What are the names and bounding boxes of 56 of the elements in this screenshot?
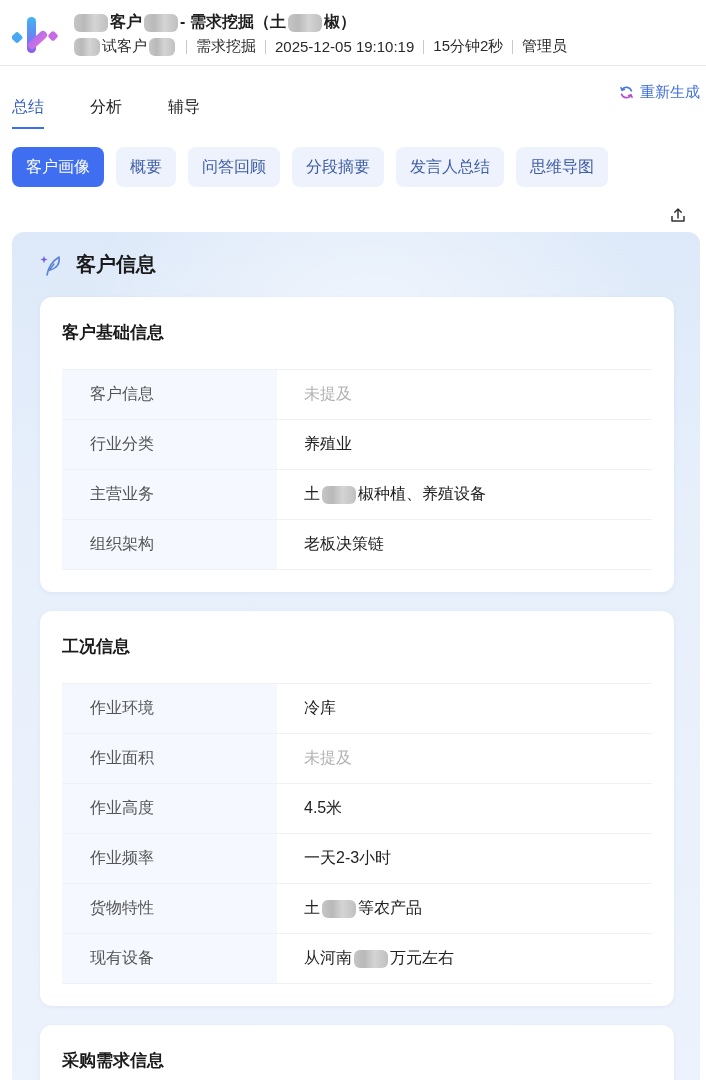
row-value: 未提及 [304, 384, 352, 404]
row-value: 从河南 [304, 948, 352, 968]
tab[interactable]: 辅导 [168, 96, 200, 129]
redaction-blur [322, 899, 356, 918]
row-label: 行业分类 [62, 420, 277, 469]
redaction-blur [144, 13, 178, 32]
row-label: 作业面积 [62, 734, 277, 783]
redaction-blur [149, 37, 175, 56]
redaction-blur [74, 37, 100, 56]
tab[interactable]: 分析 [90, 96, 122, 129]
meta-text: 管理员 [522, 37, 568, 56]
section-tab[interactable]: 概要 [116, 147, 176, 187]
meta-text: 需求挖掘 [196, 37, 256, 56]
redaction-blur [287, 13, 322, 32]
card-title: 客户基础信息 [62, 322, 165, 344]
row-value: 冷库 [304, 698, 336, 718]
row-label: 组织架构 [62, 520, 277, 569]
row-value: 土 [304, 484, 320, 504]
row-label: 现有设备 [62, 934, 277, 983]
meta-text: 2025-12-05 19:10:19 [275, 38, 415, 55]
card-title: 工况信息 [62, 636, 131, 658]
row-label: 作业环境 [62, 684, 277, 733]
section-tab[interactable]: 分段摘要 [292, 147, 384, 187]
page-title: 椒） [323, 12, 356, 32]
export-icon[interactable] [670, 207, 686, 223]
page-title: 客户 [110, 12, 142, 32]
row-label: 货物特性 [62, 884, 277, 933]
tab[interactable]: 总结 [12, 96, 44, 129]
section-tab[interactable]: 客户画像 [12, 147, 104, 187]
card-title: 采购需求信息 [62, 1050, 165, 1072]
redaction-blur [74, 13, 108, 32]
row-value: 4.5米 [304, 798, 343, 818]
section-tab[interactable]: 发言人总结 [396, 147, 504, 187]
row-value: 椒种植、养殖设备 [358, 484, 486, 504]
row-value: 未提及 [304, 748, 352, 768]
row-value: 老板决策链 [304, 534, 384, 554]
row-value: 土 [304, 898, 320, 918]
row-value: 一天2-3小时 [304, 848, 392, 868]
page-title: - 需求挖掘（土 [180, 12, 286, 32]
row-value: 万元左右 [390, 948, 454, 968]
feather-pen-icon [40, 253, 62, 276]
row-label: 主营业务 [62, 470, 277, 519]
redaction-blur [354, 949, 388, 968]
meta-text: 试客户 [102, 37, 147, 56]
section-tab[interactable]: 思维导图 [516, 147, 608, 187]
section-tab[interactable]: 问答回顾 [188, 147, 280, 187]
row-label: 作业频率 [62, 834, 277, 883]
panel-title: 客户信息 [76, 252, 156, 277]
refresh-icon [619, 84, 634, 100]
row-label: 作业高度 [62, 784, 277, 833]
redaction-blur [322, 485, 356, 504]
row-value: 养殖业 [304, 434, 352, 454]
row-value: 等农产品 [358, 898, 422, 918]
row-label: 客户信息 [62, 370, 277, 419]
app-logo-icon [12, 14, 58, 55]
meta-text: 15分钟2秒 [433, 37, 504, 56]
